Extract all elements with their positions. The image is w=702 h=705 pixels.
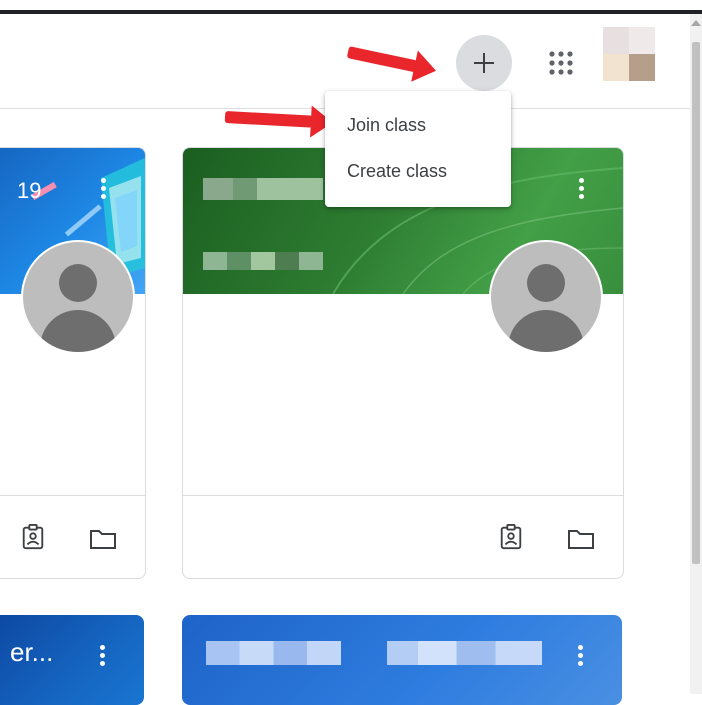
class-card-title-redacted[interactable] [203,178,323,200]
class-card[interactable]: 19 [0,147,146,579]
class-card[interactable] [182,147,624,579]
folder-icon[interactable] [89,526,117,552]
class-card-title[interactable]: er... [10,637,53,668]
more-options-icon[interactable] [100,645,106,669]
teacher-avatar [489,240,603,354]
card-footer-divider [183,495,623,496]
class-card-title[interactable]: 19 [17,178,41,204]
scroll-up-arrow-icon[interactable] [691,20,701,26]
more-options-icon[interactable] [579,178,585,202]
menu-item-create-class[interactable]: Create class [347,161,447,182]
menu-item-join-class[interactable]: Join class [347,115,426,136]
annotation-arrow-join [224,111,314,128]
class-card-title-redacted[interactable] [206,641,341,665]
vertical-scrollbar[interactable] [690,14,702,694]
class-card-title-redacted-2 [387,641,542,665]
class-card-section-redacted [203,252,323,270]
assignment-icon[interactable] [497,524,525,550]
account-avatar[interactable] [603,27,655,81]
class-card[interactable]: er... [0,615,144,705]
more-options-icon[interactable] [101,178,107,202]
more-options-icon[interactable] [578,645,584,669]
create-or-join-button[interactable] [456,35,512,91]
scrollbar-thumb[interactable] [692,42,700,564]
class-card[interactable] [182,615,622,705]
folder-icon[interactable] [567,526,595,552]
assignment-icon[interactable] [19,524,47,550]
plus-icon [474,53,494,73]
create-join-menu: Join class Create class [325,91,511,207]
teacher-avatar [21,240,135,354]
apps-grid-icon[interactable] [548,50,574,76]
card-footer-divider [0,495,145,496]
